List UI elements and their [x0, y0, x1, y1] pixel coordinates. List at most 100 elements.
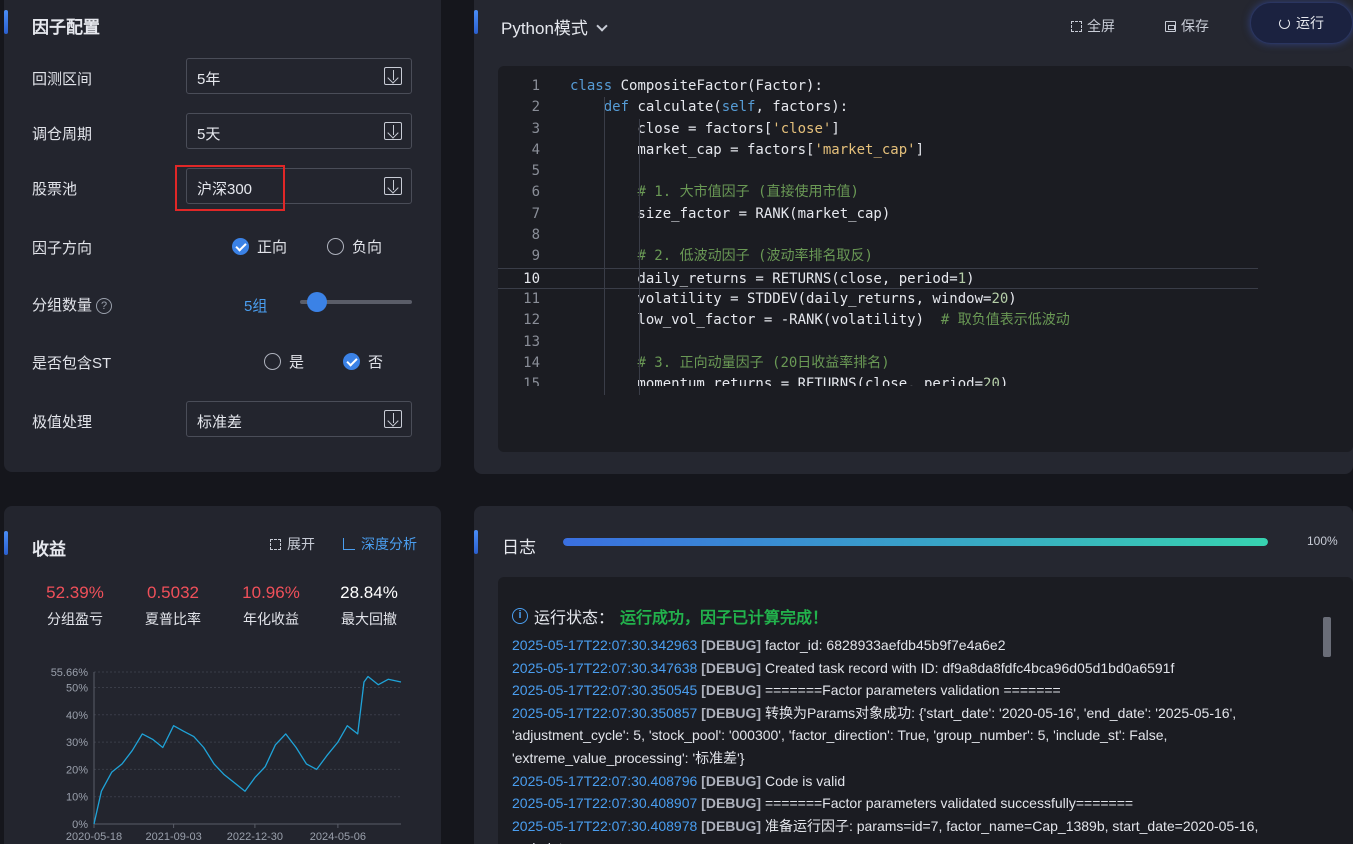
log-timestamp: 2025-05-17T22:07:30.350857 — [512, 704, 698, 721]
code-editor-panel: Python模式 全屏 保存 运行 1 class CompositeFactor… — [474, 0, 1353, 474]
refresh-icon — [1279, 17, 1290, 29]
log-timestamp: 2025-05-17T22:07:30.342963 — [512, 637, 698, 653]
code-line[interactable]: 9 # 2. 低波动因子 (波动率排名取反) — [498, 246, 1258, 267]
log-message: factor_id: 6828933aefdb45b9f7e4a6e2 — [764, 637, 1006, 653]
dropdown-arrow-icon — [384, 177, 402, 195]
code-line[interactable]: 3 close = factors['close'] — [498, 119, 1258, 140]
code-line[interactable]: 5 — [498, 161, 1258, 182]
log-message: Created task record with ID: df9a8da8fdf… — [764, 659, 1175, 676]
code-line[interactable]: 1 class CompositeFactor(Factor): — [498, 76, 1258, 97]
direction-negative-radio[interactable]: 负向 — [327, 236, 382, 257]
line-code: volatility = STDDEV(daily_returns, windo… — [570, 290, 1017, 307]
dropdown-arrow-icon — [384, 122, 402, 140]
code-line[interactable]: 12 low_vol_factor = -RANK(volatility) # … — [498, 310, 1258, 331]
checked-radio-icon — [232, 238, 249, 255]
st-yes-label: 是 — [289, 354, 305, 371]
line-code: size_factor = RANK(market_cap) — [570, 205, 891, 222]
log-message: =======Factor parameters validation ====… — [764, 682, 1061, 699]
log-output[interactable]: i 运行状态： 运行成功，因子已计算完成！ 2025-05-17T22:07:3… — [498, 577, 1353, 844]
code-line[interactable]: 15 momentum_returns = RETURNS(close, per… — [498, 374, 1258, 386]
code-line[interactable]: 2 def calculate(self, factors): — [498, 97, 1258, 118]
deep-analysis-label: 深度分析 — [361, 536, 417, 552]
direction-label: 因子方向 — [32, 240, 93, 257]
progress-bar — [563, 538, 1268, 546]
direction-negative-label: 负向 — [352, 239, 383, 256]
log-panel: 日志 100% i 运行状态： 运行成功，因子已计算完成！ 2025-05-17… — [474, 506, 1353, 844]
st-yes-radio[interactable]: 是 — [264, 351, 304, 372]
code-editor[interactable]: 1 class CompositeFactor(Factor): 2 def cal… — [498, 66, 1353, 452]
radio-icon — [327, 238, 344, 255]
line-number: 5 — [531, 163, 540, 180]
line-code: # 2. 低波动因子 (波动率排名取反) — [637, 248, 873, 265]
log-title: 日志 — [502, 538, 536, 557]
mode-dropdown[interactable]: Python模式 — [501, 14, 608, 39]
y-tick-label: 20% — [66, 764, 88, 776]
code-line[interactable]: 8 — [498, 225, 1258, 246]
expand-label: 展开 — [287, 536, 315, 552]
title-accent-bar — [474, 10, 478, 34]
x-tick-label: 2022-12-30 — [227, 831, 283, 843]
log-level: [DEBUG] — [697, 704, 765, 721]
st-no-radio[interactable]: 否 — [343, 351, 383, 372]
metric-label: 夏普比率 — [145, 611, 201, 627]
title-accent-bar — [4, 10, 8, 34]
code-line[interactable]: 11 volatility = STDDEV(daily_returns, wi… — [498, 289, 1258, 310]
line-code: close = factors['close'] — [570, 120, 840, 137]
extreme-select[interactable]: 标准差 — [186, 401, 412, 437]
metric-max-drawdown: 28.84% 最大回撤 — [324, 583, 414, 629]
log-line: 2025-05-17T22:07:30.347638 [DEBUG] Creat… — [512, 657, 1272, 680]
metric-value: 10.96% — [242, 583, 300, 602]
groups-slider-handle[interactable] — [307, 292, 327, 312]
log-level: [DEBUG] — [697, 817, 765, 834]
line-number: 15 — [523, 376, 540, 386]
fullscreen-button[interactable]: 全屏 — [1071, 16, 1115, 36]
returns-line-chart: 0% 10% 20% 30% 40% 50% 55.66% 2020-05-18 2021-09… — [51, 667, 402, 843]
help-icon[interactable]: ? — [96, 298, 113, 314]
log-level: [DEBUG] — [697, 659, 765, 676]
backtest-select[interactable]: 5年 — [186, 58, 412, 94]
fullscreen-icon — [1071, 20, 1082, 32]
info-icon: i — [512, 608, 528, 624]
log-line: 2025-05-17T22:07:30.408907 [DEBUG] =====… — [512, 792, 1272, 815]
pool-label: 股票池 — [32, 181, 78, 198]
direction-positive-radio[interactable]: 正向 — [232, 236, 287, 257]
extreme-value: 标准差 — [197, 414, 243, 431]
code-line[interactable]: 14 # 3. 正向动量因子 (20日收益率排名) — [498, 353, 1258, 374]
metric-sharpe: 0.5032 夏普比率 — [128, 583, 218, 629]
line-number: 8 — [531, 227, 540, 244]
log-scrollbar[interactable] — [1323, 607, 1331, 844]
log-timestamp: 2025-05-17T22:07:30.347638 — [512, 659, 698, 676]
code-line[interactable]: 10 daily_returns = RETURNS(close, period… — [498, 267, 1258, 289]
dropdown-arrow-icon — [384, 67, 402, 85]
save-label: 保存 — [1181, 18, 1209, 34]
y-tick-label: 55.66% — [51, 667, 89, 679]
line-number: 3 — [531, 120, 540, 137]
save-button[interactable]: 保存 — [1165, 16, 1209, 36]
scrollbar-thumb[interactable] — [1323, 617, 1331, 657]
returns-panel: 收益 展开 深度分析 52.39% 分组盈亏 0.5032 夏普比率 10.96… — [4, 506, 441, 844]
log-timestamp: 2025-05-17T22:07:30.408796 — [512, 772, 698, 789]
log-message: =======Factor parameters validated succe… — [764, 795, 1134, 812]
rebalance-select[interactable]: 5天 — [186, 113, 412, 149]
code-line[interactable]: 6 # 1. 大市值因子 (直接使用市值) — [498, 182, 1258, 203]
expand-button[interactable]: 展开 — [270, 534, 315, 554]
run-button[interactable]: 运行 — [1250, 2, 1353, 44]
log-timestamp: 2025-05-17T22:07:30.350545 — [512, 682, 698, 699]
y-tick-label: 10% — [66, 792, 88, 804]
code-line[interactable]: 13 — [498, 332, 1258, 353]
radio-icon — [264, 353, 281, 370]
code-line[interactable]: 4 market_cap = factors['market_cap'] — [498, 140, 1258, 161]
x-tick-label: 2021-09-03 — [145, 831, 201, 843]
backtest-label: 回测区间 — [32, 71, 93, 88]
status-label: 运行状态： — [534, 610, 615, 627]
config-title: 因子配置 — [32, 18, 100, 37]
code-line[interactable]: 7 size_factor = RANK(market_cap) — [498, 204, 1258, 225]
log-level: [DEBUG] — [697, 637, 765, 653]
fullscreen-label: 全屏 — [1087, 18, 1115, 34]
expand-icon — [270, 538, 281, 550]
log-line: 2025-05-17T22:07:30.408978 [DEBUG] 准备运行因… — [512, 815, 1272, 844]
code-lines[interactable]: 1 class CompositeFactor(Factor): 2 def cal… — [498, 76, 1258, 386]
line-number: 7 — [531, 205, 540, 222]
y-tick-label: 0% — [72, 819, 88, 831]
deep-analysis-button[interactable]: 深度分析 — [343, 534, 417, 554]
